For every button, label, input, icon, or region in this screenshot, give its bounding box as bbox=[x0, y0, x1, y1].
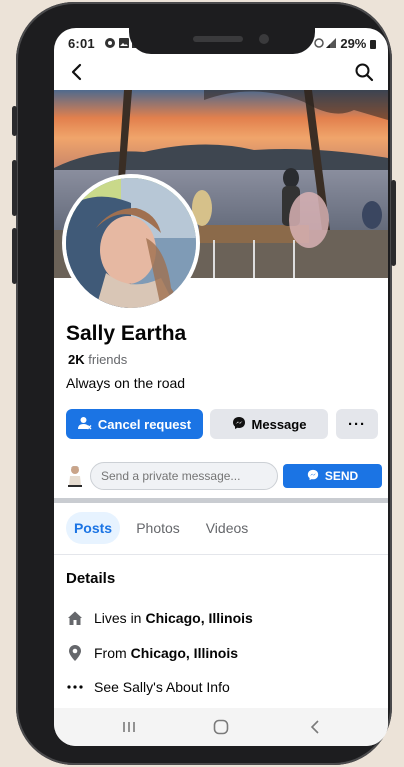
cancel-request-button[interactable]: Cancel request bbox=[66, 409, 203, 439]
mute-switch bbox=[12, 106, 17, 136]
detail-lives-in: Lives in Chicago, Illinois bbox=[66, 607, 253, 629]
lives-in-prefix: Lives in bbox=[94, 610, 142, 626]
messenger-icon bbox=[307, 469, 319, 484]
section-divider bbox=[54, 498, 388, 503]
profile-bio: Always on the road bbox=[66, 375, 186, 391]
messenger-icon bbox=[232, 416, 246, 433]
profile-name: Sally Eartha bbox=[66, 322, 187, 345]
signal-icon bbox=[314, 37, 338, 52]
volume-down-button bbox=[12, 228, 17, 284]
cancel-request-label: Cancel request bbox=[97, 416, 192, 432]
tabs-divider bbox=[54, 554, 388, 555]
volume-up-button bbox=[12, 160, 17, 216]
send-button[interactable]: SEND bbox=[283, 464, 382, 488]
tab-photos[interactable]: Photos bbox=[128, 512, 188, 544]
details-heading: Details bbox=[66, 570, 116, 587]
screen: 6:01 29% Sally Eartha 2K friends Always … bbox=[54, 28, 388, 746]
android-nav-bar bbox=[54, 708, 388, 746]
message-label: Message bbox=[251, 416, 307, 432]
search-icon[interactable] bbox=[352, 60, 376, 84]
friends-number: 2K bbox=[68, 352, 85, 367]
more-options-button[interactable]: ··· bbox=[336, 409, 378, 439]
top-bar bbox=[54, 58, 388, 90]
from-city[interactable]: Chicago, Illinois bbox=[131, 645, 238, 661]
see-about-info-link[interactable]: See Sally's About Info bbox=[66, 676, 230, 698]
sender-avatar bbox=[66, 464, 84, 488]
phone-frame: 6:01 29% Sally Eartha 2K friends Always … bbox=[12, 2, 396, 765]
location-pin-icon bbox=[66, 644, 84, 662]
profile-tabs: Posts Photos Videos bbox=[66, 512, 378, 546]
avatar[interactable] bbox=[62, 174, 200, 312]
private-message-input[interactable] bbox=[90, 462, 278, 490]
friends-label: friends bbox=[88, 352, 128, 367]
send-label: SEND bbox=[324, 469, 359, 483]
arrow-left-icon[interactable] bbox=[66, 60, 88, 84]
home-icon bbox=[66, 609, 84, 627]
message-button[interactable]: Message bbox=[210, 409, 328, 439]
tab-posts[interactable]: Posts bbox=[66, 512, 120, 544]
lives-in-city[interactable]: Chicago, Illinois bbox=[145, 610, 252, 626]
person-cancel-icon bbox=[77, 416, 92, 433]
action-buttons: Cancel request Message ··· bbox=[66, 409, 378, 439]
status-time: 6:01 bbox=[68, 36, 95, 51]
private-message-bar: SEND bbox=[66, 462, 382, 490]
from-prefix: From bbox=[94, 645, 127, 661]
battery-level: 29% bbox=[340, 36, 376, 51]
recent-apps-icon[interactable] bbox=[109, 716, 149, 738]
about-info-label: See Sally's About Info bbox=[94, 679, 230, 695]
home-nav-icon[interactable] bbox=[201, 716, 241, 738]
gallery-icon bbox=[118, 37, 130, 52]
vpn-icon bbox=[104, 37, 116, 52]
friends-count[interactable]: 2K friends bbox=[68, 352, 127, 367]
notch bbox=[129, 28, 315, 54]
detail-from: From Chicago, Illinois bbox=[66, 642, 238, 664]
power-button bbox=[391, 180, 396, 266]
tab-videos[interactable]: Videos bbox=[196, 512, 258, 544]
more-dots-icon: ··· bbox=[348, 415, 366, 433]
more-dots-icon bbox=[66, 678, 84, 696]
back-nav-icon[interactable] bbox=[295, 716, 335, 738]
